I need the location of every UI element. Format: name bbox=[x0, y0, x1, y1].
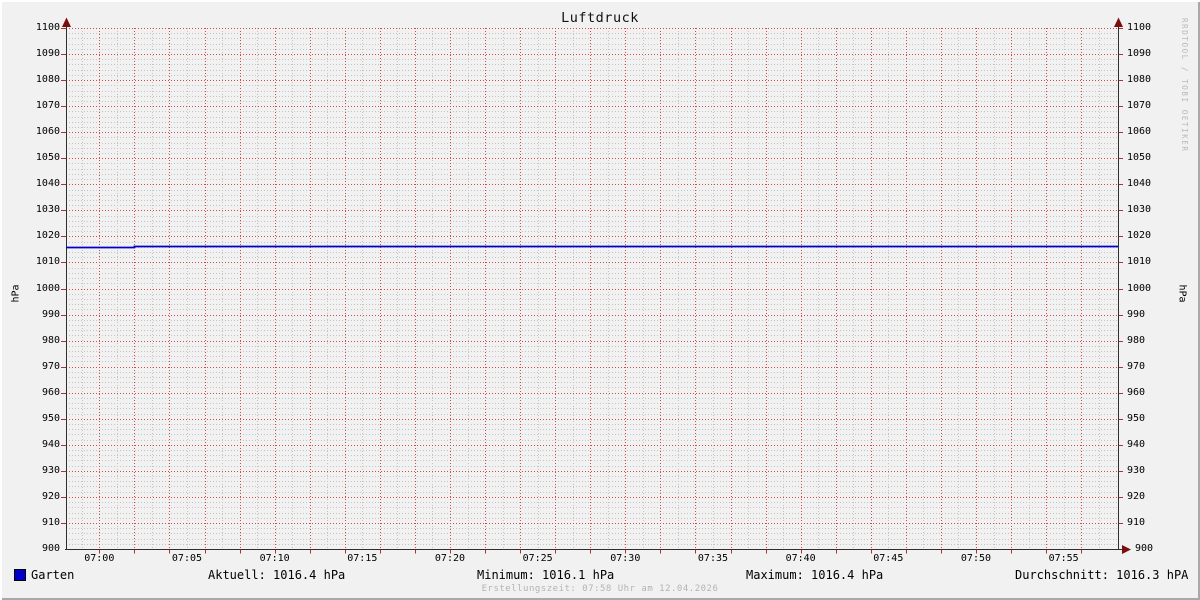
x-tick-label: 07:10 bbox=[253, 553, 297, 565]
y-tick-label: 1040 bbox=[1127, 178, 1151, 190]
y-tick-label: 1020 bbox=[1127, 230, 1151, 242]
y-tick-label: 910 bbox=[1127, 517, 1145, 529]
y-tick-label: 1090 bbox=[1127, 48, 1151, 60]
y-tick-label: 1040 bbox=[18, 178, 60, 190]
rrdtool-watermark: RRDTOOL / TOBI OETIKER bbox=[1180, 18, 1189, 153]
y-tick-label: 940 bbox=[18, 439, 60, 451]
y-tick-label: 1050 bbox=[1127, 152, 1151, 164]
y-tick-label: 950 bbox=[1127, 413, 1145, 425]
y-tick-label: 1070 bbox=[1127, 100, 1151, 112]
x-tick-label: 07:55 bbox=[1042, 553, 1086, 565]
y-tick-label: 1090 bbox=[18, 48, 60, 60]
plot-area bbox=[0, 0, 1200, 600]
y-tick-label: 1020 bbox=[18, 230, 60, 242]
stat-aktuell: Aktuell: 1016.4 hPa bbox=[208, 568, 345, 582]
y-tick-label: 1080 bbox=[1127, 74, 1151, 86]
x-tick-label: 07:00 bbox=[77, 553, 121, 565]
y-tick-label: 970 bbox=[1127, 361, 1145, 373]
x-tick-label: 07:50 bbox=[954, 553, 998, 565]
y-tick-label: 990 bbox=[18, 309, 60, 321]
y-tick-label: 950 bbox=[18, 413, 60, 425]
x-tick-label: 07:35 bbox=[691, 553, 735, 565]
x-tick-label: 07:45 bbox=[866, 553, 910, 565]
x-tick-label: 07:30 bbox=[603, 553, 647, 565]
y-tick-label: 980 bbox=[1127, 335, 1145, 347]
y-axis-unit-right: hPa bbox=[1177, 274, 1188, 314]
legend-series-label: Garten bbox=[31, 568, 74, 582]
y-tick-label: 1050 bbox=[18, 152, 60, 164]
x-tick-label: 07:20 bbox=[428, 553, 472, 565]
y-tick-label: 1030 bbox=[18, 204, 60, 216]
y-tick-label: 930 bbox=[18, 465, 60, 477]
y-tick-label: 1100 bbox=[18, 22, 60, 34]
y-tick-label: 970 bbox=[18, 361, 60, 373]
x-tick-label: 07:25 bbox=[516, 553, 560, 565]
y-tick-label: 1070 bbox=[18, 100, 60, 112]
rrdtool-graph: Luftdruck 900910920930940950960970980990… bbox=[0, 0, 1200, 600]
y-tick-label: 900 bbox=[18, 543, 60, 555]
y-tick-label: 960 bbox=[1127, 387, 1145, 399]
y-tick-label: 1010 bbox=[18, 256, 60, 268]
y-axis-unit-left: hPa bbox=[11, 274, 22, 314]
y-tick-label: 900 bbox=[1135, 543, 1153, 555]
creation-timestamp: Erstellungszeit: 07:58 Uhr am 12.04.2026 bbox=[0, 584, 1200, 594]
stat-maximum: Maximum: 1016.4 hPa bbox=[746, 568, 883, 582]
y-tick-label: 1000 bbox=[18, 283, 60, 295]
y-tick-label: 920 bbox=[18, 491, 60, 503]
y-tick-label: 1060 bbox=[1127, 126, 1151, 138]
y-tick-label: 930 bbox=[1127, 465, 1145, 477]
stat-minimum: Minimum: 1016.1 hPa bbox=[477, 568, 614, 582]
y-tick-label: 920 bbox=[1127, 491, 1145, 503]
y-tick-label: 1080 bbox=[18, 74, 60, 86]
y-tick-label: 910 bbox=[18, 517, 60, 529]
x-tick-label: 07:40 bbox=[779, 553, 823, 565]
y-tick-label: 960 bbox=[18, 387, 60, 399]
y-tick-label: 1000 bbox=[1127, 283, 1151, 295]
y-tick-label: 940 bbox=[1127, 439, 1145, 451]
y-tick-label: 1060 bbox=[18, 126, 60, 138]
x-tick-label: 07:15 bbox=[340, 553, 384, 565]
y-tick-label: 1030 bbox=[1127, 204, 1151, 216]
legend-color-swatch bbox=[14, 569, 26, 581]
stat-durchschnitt: Durchschnitt: 1016.3 hPA bbox=[1015, 568, 1188, 582]
y-tick-label: 980 bbox=[18, 335, 60, 347]
y-tick-label: 990 bbox=[1127, 309, 1145, 321]
y-tick-label: 1100 bbox=[1127, 22, 1151, 34]
y-tick-label: 1010 bbox=[1127, 256, 1151, 268]
x-tick-label: 07:05 bbox=[165, 553, 209, 565]
